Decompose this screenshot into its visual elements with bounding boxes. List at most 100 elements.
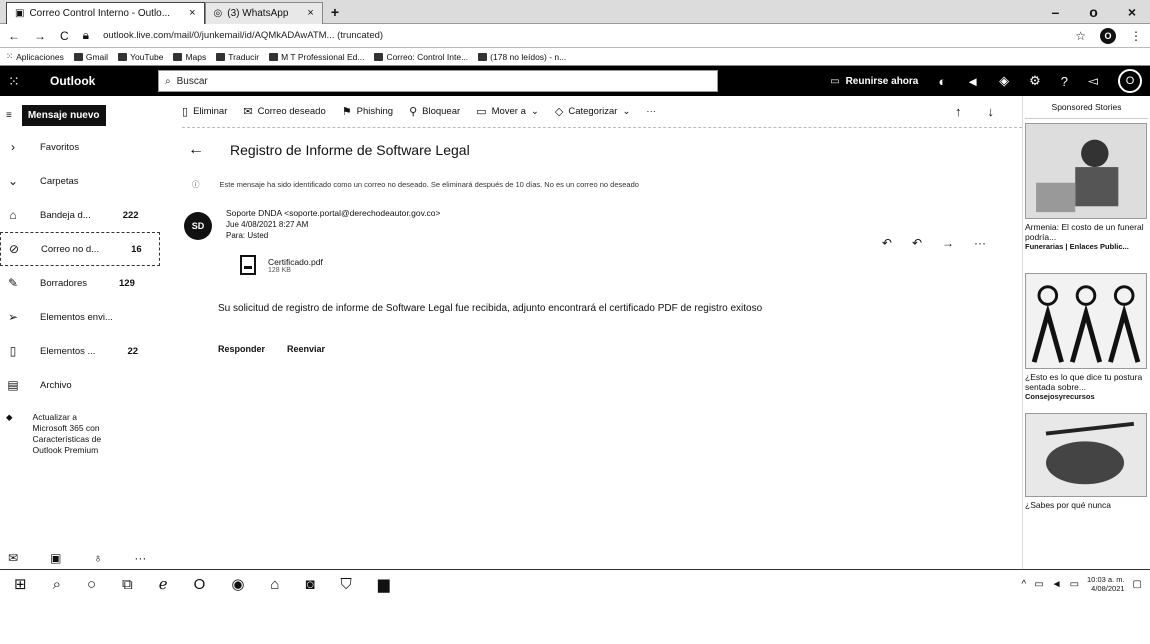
- next-message-icon[interactable]: ↓: [988, 104, 995, 119]
- people-icon[interactable]: ♁: [93, 551, 102, 565]
- upgrade-promo[interactable]: ◆ Actualizar a Microsoft 365 con Caracte…: [0, 402, 170, 456]
- task-view-icon[interactable]: ⧉: [122, 576, 133, 593]
- account-avatar[interactable]: O: [1118, 69, 1142, 93]
- help-icon[interactable]: ?: [1061, 74, 1068, 89]
- not-junk-button[interactable]: ✉ Correo deseado: [243, 105, 325, 118]
- sidebar-item-junk[interactable]: ⊘ Correo no d... 16: [0, 232, 160, 266]
- bookmark-maps[interactable]: Maps: [173, 52, 206, 62]
- profile-avatar[interactable]: O: [1100, 27, 1116, 44]
- cortana-icon[interactable]: ○: [87, 576, 96, 593]
- new-tab-button[interactable]: +: [331, 4, 339, 20]
- ad-text-2[interactable]: ¿Esto es lo que dice tu postura sentada …: [1025, 369, 1148, 405]
- ad-text-1[interactable]: Armenia: El costo de un funeral podría..…: [1025, 219, 1148, 255]
- attachment[interactable]: Certificado.pdf 128 KB: [240, 255, 1022, 275]
- delete-button[interactable]: ▯ Eliminar: [182, 105, 227, 118]
- show-hidden-icon[interactable]: ^: [1022, 579, 1027, 590]
- sidebar-item-deleted[interactable]: ▯ Elementos ... 22: [0, 334, 170, 368]
- store-icon[interactable]: ⌂: [270, 576, 279, 593]
- unread-count: 16: [131, 243, 142, 255]
- mail-icon[interactable]: ✉: [8, 551, 18, 565]
- forward-icon[interactable]: →: [34, 29, 46, 43]
- start-icon[interactable]: ⊞: [14, 575, 27, 593]
- new-message-button[interactable]: Mensaje nuevo: [21, 104, 106, 126]
- system-tray: ^ ▭ ◄ ▭ 10:03 a. m. 4/08/2021 ▢: [1022, 575, 1150, 593]
- bookmark-correo[interactable]: Correo: Control Inte...: [374, 52, 468, 62]
- lock-icon[interactable]: 🔒︎: [83, 28, 89, 43]
- clock[interactable]: 10:03 a. m. 4/08/2021: [1087, 575, 1125, 593]
- previous-message-icon[interactable]: ↑: [955, 104, 962, 119]
- sidebar-item-drafts[interactable]: ✎ Borradores 129: [0, 266, 170, 300]
- search-box[interactable]: ⌕ Buscar: [158, 70, 718, 92]
- opera-icon[interactable]: O: [194, 576, 206, 593]
- close-window-icon[interactable]: ×: [1128, 4, 1136, 20]
- search-input[interactable]: Buscar: [177, 76, 208, 87]
- reply-all-icon[interactable]: ↶: [912, 236, 922, 250]
- hamburger-icon[interactable]: ≡: [6, 110, 12, 121]
- chrome-icon[interactable]: ◉: [231, 575, 244, 593]
- shield-icon[interactable]: ⛉: [341, 576, 352, 593]
- app-launcher-icon[interactable]: ⁙: [8, 73, 38, 90]
- megaphone-icon[interactable]: ◄: [966, 74, 979, 89]
- url-field[interactable]: outlook.live.com/mail/0/junkemail/id/AQM…: [103, 30, 1061, 41]
- sidebar-item-favorites[interactable]: › Favoritos: [0, 130, 170, 164]
- skype-icon[interactable]: ◐: [938, 74, 946, 89]
- back-icon[interactable]: ←: [8, 29, 20, 43]
- network-icon[interactable]: ▭: [1034, 579, 1043, 590]
- chevron-right-icon: ›: [11, 140, 15, 154]
- file-explorer-icon[interactable]: ▆: [378, 575, 390, 593]
- folder-pane: ≡ Mensaje nuevo › Favoritos ⌄ Carpetas ⌂…: [0, 96, 170, 569]
- calendar-icon[interactable]: ◈: [999, 73, 1009, 89]
- close-tab-icon[interactable]: ×: [307, 7, 313, 19]
- move-to-button[interactable]: ▭ Mover a ⌄: [476, 105, 539, 118]
- forward-icon[interactable]: →: [942, 236, 954, 250]
- sidebar-item-inbox[interactable]: ⌂ Bandeja d... 222: [0, 198, 170, 232]
- phishing-button[interactable]: ⚑ Phishing: [342, 105, 393, 118]
- ad-image-3[interactable]: [1025, 413, 1147, 497]
- settings-icon[interactable]: ⚙: [1029, 73, 1041, 89]
- camera-icon[interactable]: ◙: [305, 576, 314, 593]
- feedback-icon[interactable]: ◅: [1088, 73, 1098, 89]
- menu-dots-icon[interactable]: ⋮: [1130, 29, 1142, 43]
- reload-icon[interactable]: C: [60, 29, 69, 43]
- tag-icon: ◇: [554, 106, 564, 118]
- outlook-header: ⁙ Outlook ⌕ Buscar ▭ Reunirse ahora ◐ ◄ ◈…: [0, 66, 1150, 96]
- bookmark-star-icon[interactable]: ☆: [1075, 29, 1086, 43]
- outlook-brand[interactable]: Outlook: [38, 74, 158, 88]
- forward-button[interactable]: Reenviar: [287, 344, 325, 354]
- minimize-icon[interactable]: –: [1051, 4, 1059, 20]
- item-count: 22: [127, 345, 139, 357]
- sidebar-item-archive[interactable]: ▤ Archivo: [0, 368, 170, 402]
- bookmark-gmail[interactable]: Gmail: [73, 52, 108, 62]
- block-button[interactable]: ⚲ Bloquear: [409, 105, 460, 118]
- categorize-button[interactable]: ◇ Categorizar ⌄: [555, 105, 631, 118]
- calendar-icon[interactable]: ▣: [50, 551, 61, 565]
- more-commands-button[interactable]: ···: [646, 106, 656, 117]
- sender-name[interactable]: Soporte DNDA <soporte.portal@derechodeau…: [226, 208, 441, 219]
- search-icon[interactable]: ⌕: [53, 576, 61, 593]
- tab-whatsapp[interactable]: ◎ (3) WhatsApp ×: [204, 1, 323, 24]
- maximize-icon[interactable]: o: [1089, 4, 1098, 20]
- sender-avatar[interactable]: SD: [184, 212, 212, 240]
- more-apps-icon[interactable]: ···: [134, 551, 146, 565]
- reply-icon[interactable]: ↶: [882, 236, 892, 250]
- ad-image-2[interactable]: [1025, 273, 1147, 369]
- ad-image-1[interactable]: [1025, 123, 1147, 219]
- keyboard-icon[interactable]: ▭: [1070, 579, 1079, 590]
- reply-button[interactable]: Responder: [218, 344, 265, 354]
- meet-now-button[interactable]: ▭ Reunirse ahora: [830, 76, 918, 87]
- sidebar-item-folders[interactable]: ⌄ Carpetas: [0, 164, 170, 198]
- ad-text-3[interactable]: ¿Sabes por qué nunca: [1025, 497, 1148, 513]
- bookmark-youtube[interactable]: YouTube: [118, 52, 163, 62]
- bookmark-translate[interactable]: Traducir: [216, 52, 259, 62]
- bookmark-apps[interactable]: ⁙ Aplicaciones: [6, 51, 64, 62]
- notification-icon[interactable]: ▢: [1133, 579, 1142, 590]
- back-arrow-icon[interactable]: ←: [188, 141, 204, 159]
- close-tab-icon[interactable]: ×: [189, 7, 195, 19]
- volume-icon[interactable]: ◄: [1052, 579, 1062, 590]
- sidebar-item-sent[interactable]: ➢ Elementos envi...: [0, 300, 170, 334]
- tab-outlook[interactable]: ▣ Correo Control Interno - Outlo... ×: [6, 1, 205, 24]
- bookmark-mt[interactable]: M T Professional Ed...: [269, 52, 364, 62]
- more-actions-icon[interactable]: ···: [974, 236, 986, 250]
- edge-icon[interactable]: ℯ: [159, 575, 168, 593]
- bookmark-unread[interactable]: (178 no leídos) - n...: [478, 52, 566, 62]
